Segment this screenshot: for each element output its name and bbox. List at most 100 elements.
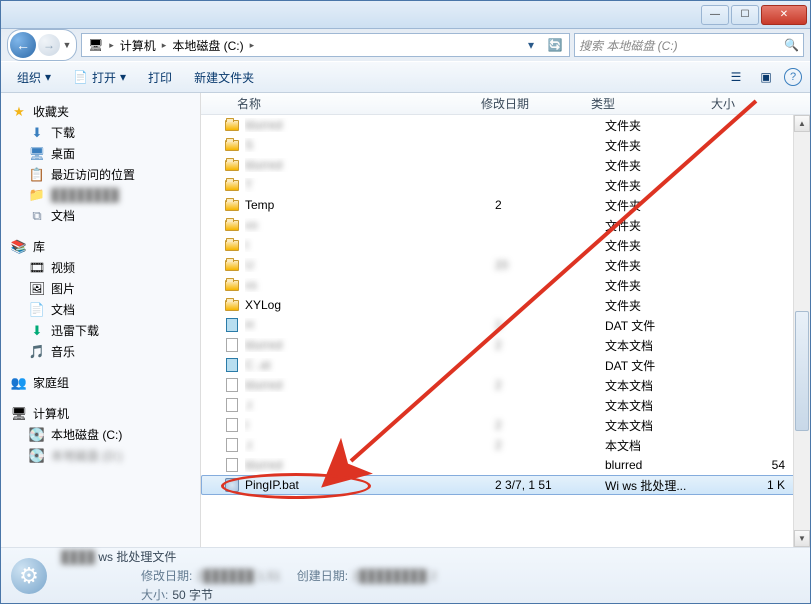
file-row[interactable]: blurred2文本文档: [201, 375, 810, 395]
file-type: 文件夹: [605, 157, 725, 174]
documents-icon: ⧉: [29, 208, 45, 224]
sidebar-item-documents2[interactable]: 📄文档: [1, 299, 200, 320]
details-size-label: 大小:: [141, 588, 168, 602]
file-row[interactable]: U20文件夹: [201, 255, 810, 275]
file-type: 文件夹: [605, 117, 725, 134]
close-button[interactable]: ✕: [761, 5, 807, 25]
file-name: blurred: [245, 338, 495, 352]
file-row[interactable]: vo文件夹: [201, 215, 810, 235]
sidebar-item-documents[interactable]: ⧉文档: [1, 205, 200, 226]
file-date: 2: [495, 378, 605, 392]
computer-icon: 🖥: [88, 38, 103, 52]
address-bar[interactable]: 🖥▸ 计算机▸ 本地磁盘 (C:)▸ ▾ 🔄: [81, 33, 570, 57]
file-name: blurred: [245, 118, 495, 132]
back-button[interactable]: ←: [10, 32, 36, 58]
drive-icon: 💽: [29, 448, 45, 464]
file-date: 2: [495, 318, 605, 332]
file-type: 文件夹: [605, 177, 725, 194]
file-type: 文件夹: [605, 297, 725, 314]
scroll-thumb[interactable]: [795, 311, 809, 431]
file-row[interactable]: .t文本文档: [201, 395, 810, 415]
preview-pane-button[interactable]: ▣: [754, 65, 778, 89]
file-row[interactable]: H2DAT 文件: [201, 315, 810, 335]
file-name: .t: [245, 438, 495, 452]
file-row[interactable]: T文件夹: [201, 175, 810, 195]
sidebar-homegroup[interactable]: 👥家庭组: [1, 372, 200, 393]
file-name: I: [245, 418, 495, 432]
sidebar-item-drive-c[interactable]: 💽本地磁盘 (C:): [1, 424, 200, 445]
col-type[interactable]: 类型: [587, 95, 707, 112]
sidebar-computer[interactable]: 🖥计算机: [1, 403, 200, 424]
file-row[interactable]: blurredblurred54: [201, 455, 810, 475]
sidebar-favorites[interactable]: ★收藏夹: [1, 101, 200, 122]
nav-history-dropdown[interactable]: ▼: [60, 40, 74, 50]
file-type: 文本文档: [605, 337, 725, 354]
file-row[interactable]: I2文本文档: [201, 415, 810, 435]
file-row[interactable]: vs文件夹: [201, 275, 810, 295]
details-size-value: 50 字节: [172, 588, 213, 602]
sidebar-item-xunlei[interactable]: ⬇迅雷下载: [1, 320, 200, 341]
file-row[interactable]: S 文件夹: [201, 135, 810, 155]
sidebar-item-drive-d[interactable]: 💽本地磁盘 (D:): [1, 445, 200, 466]
file-type: 文件夹: [605, 137, 725, 154]
titlebar: — ☐ ✕: [1, 1, 810, 29]
file-type: DAT 文件: [605, 317, 725, 334]
file-row[interactable]: C .atDAT 文件: [201, 355, 810, 375]
minimize-button[interactable]: —: [701, 5, 729, 25]
vertical-scrollbar[interactable]: ▲ ▼: [793, 115, 810, 547]
open-button[interactable]: 📄打开 ▾: [65, 67, 134, 88]
crumb-computer[interactable]: 计算机▸: [118, 37, 171, 54]
file-name: Temp: [245, 198, 495, 212]
crumb-drive-c[interactable]: 本地磁盘 (C:)▸: [170, 37, 258, 54]
nav-buttons: ← → ▼: [7, 29, 77, 61]
crumb-root-icon[interactable]: 🖥▸: [86, 38, 118, 52]
sidebar-item-blurred[interactable]: 📁████████: [1, 185, 200, 205]
sidebar-item-recent[interactable]: 📋最近访问的位置: [1, 164, 200, 185]
col-date[interactable]: 修改日期: [477, 95, 587, 112]
chevron-down-icon: ▾: [45, 70, 51, 84]
print-button[interactable]: 打印: [140, 67, 180, 88]
file-row-selected[interactable]: PingIP.bat2 3/7, 1 51Wi ws 批处理...1 K: [201, 475, 810, 495]
refresh-button[interactable]: 🔄: [545, 35, 565, 55]
homegroup-icon: 👥: [11, 375, 27, 391]
col-size[interactable]: 大小: [707, 95, 767, 112]
details-thumbnail: [9, 556, 49, 596]
sidebar-item-downloads[interactable]: ⬇下载: [1, 122, 200, 143]
file-name: blurred: [245, 458, 495, 472]
search-input[interactable]: 搜索 本地磁盘 (C:) 🔍: [574, 33, 804, 57]
file-list[interactable]: blurred文件夹S文件夹blurred文件夹T文件夹Temp2文件夹 vo文…: [201, 115, 810, 547]
sidebar-item-music[interactable]: 🎵音乐: [1, 341, 200, 362]
file-row[interactable]: XYLog文件夹: [201, 295, 810, 315]
folder-icon: [223, 240, 241, 251]
file-type: 文本文档: [605, 417, 725, 434]
file-name: vs: [245, 278, 495, 292]
scroll-down-button[interactable]: ▼: [794, 530, 810, 547]
address-dropdown[interactable]: ▾: [521, 35, 541, 55]
file-type: 文件夹: [605, 237, 725, 254]
file-date: 2: [495, 418, 605, 432]
file-row[interactable]: .t2本文档: [201, 435, 810, 455]
new-folder-button[interactable]: 新建文件夹: [186, 67, 262, 88]
sidebar-item-pictures[interactable]: 🖼图片: [1, 278, 200, 299]
sidebar-item-desktop[interactable]: 🖥桌面: [1, 143, 200, 164]
file-row[interactable]: Temp2文件夹: [201, 195, 810, 215]
view-options-button[interactable]: ☰: [724, 65, 748, 89]
col-name[interactable]: 名称: [207, 95, 477, 112]
sidebar: ★收藏夹 ⬇下载 🖥桌面 📋最近访问的位置 📁████████ ⧉文档 📚库 🎞…: [1, 93, 201, 547]
file-row[interactable]: blurred 文件夹: [201, 115, 810, 135]
maximize-button[interactable]: ☐: [731, 5, 759, 25]
body: ★收藏夹 ⬇下载 🖥桌面 📋最近访问的位置 📁████████ ⧉文档 📚库 🎞…: [1, 93, 810, 547]
file-icon: [223, 438, 241, 452]
scroll-up-button[interactable]: ▲: [794, 115, 810, 132]
file-row[interactable]: blurred文件夹: [201, 155, 810, 175]
file-size: 1 K: [725, 478, 785, 492]
organize-button[interactable]: 组织 ▾: [9, 67, 59, 88]
file-name: S: [245, 138, 495, 152]
sidebar-libraries[interactable]: 📚库: [1, 236, 200, 257]
sidebar-item-videos[interactable]: 🎞视频: [1, 257, 200, 278]
file-row[interactable]: t文件夹: [201, 235, 810, 255]
forward-button[interactable]: →: [38, 34, 60, 56]
file-type: 文件夹: [605, 197, 725, 214]
help-button[interactable]: ?: [784, 68, 802, 86]
file-row[interactable]: blurred2文本文档: [201, 335, 810, 355]
